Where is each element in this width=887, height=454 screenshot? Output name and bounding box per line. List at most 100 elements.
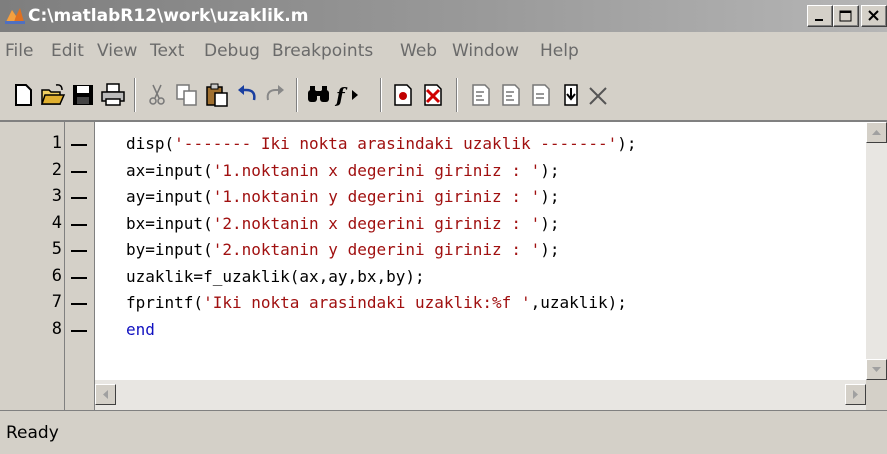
open-folder-icon[interactable] <box>40 82 66 108</box>
string-literal: '1.noktanin x degerini giriniz : ' <box>212 160 541 180</box>
minimize-button[interactable] <box>807 5 833 27</box>
code-text: disp( <box>126 134 175 153</box>
menu-window[interactable]: Window <box>452 41 519 61</box>
string-literal: '2.noktanin y degerini giriniz : ' <box>212 240 541 259</box>
clear-breakpoints-icon[interactable] <box>420 82 446 108</box>
arrow-down-icon <box>872 367 881 372</box>
status-bar: Ready <box>0 410 887 454</box>
menu-text[interactable]: Text <box>150 41 184 61</box>
menu-debug[interactable]: Debug <box>204 41 260 61</box>
code-text: ,uzaklik); <box>530 293 627 312</box>
code-text: ); <box>540 187 560 206</box>
code-text: ); <box>540 240 560 259</box>
print-icon[interactable] <box>100 82 126 108</box>
save-icon[interactable] <box>70 82 96 108</box>
menu-view[interactable]: View <box>97 41 137 61</box>
code-line[interactable]: disp('------- Iki nokta arasindaki uzakl… <box>126 134 637 153</box>
line-number: 7 <box>51 292 62 312</box>
copy-icon[interactable] <box>174 82 200 108</box>
code-editor[interactable]: 1 disp('------- Iki nokta arasindaki uzak… <box>0 120 887 410</box>
string-literal: '------- Iki nokta arasindaki uzaklik --… <box>174 134 618 153</box>
menu-breakpoints[interactable]: Breakpoints <box>272 41 373 61</box>
code-line[interactable]: end <box>126 320 155 339</box>
step-in-icon[interactable] <box>498 82 524 108</box>
menu-help[interactable]: Help <box>540 41 579 61</box>
maximize-icon <box>839 10 852 22</box>
code-line[interactable]: fprintf('Iki nokta arasindaki uzaklik:%f… <box>126 293 627 312</box>
string-literal: '1.noktanin y degerini giriniz : ' <box>212 187 541 206</box>
paste-icon[interactable] <box>204 82 230 108</box>
code-line[interactable]: ax=input('1.noktanin x degerini giriniz … <box>126 161 559 180</box>
arrow-right-icon <box>853 390 858 399</box>
line-number: 3 <box>51 186 62 206</box>
line-number: 4 <box>51 212 62 233</box>
matlab-icon <box>5 8 25 24</box>
redo-icon[interactable] <box>262 82 288 108</box>
line-number: 5 <box>51 239 62 259</box>
scroll-down-button[interactable] <box>866 359 887 380</box>
toolbar: f <box>0 72 887 118</box>
scroll-up-button[interactable] <box>866 122 887 143</box>
line-number: 1 <box>51 133 62 153</box>
toolbar-separator <box>380 78 382 112</box>
code-text: ); <box>540 213 560 233</box>
maximize-button[interactable] <box>833 5 859 27</box>
find-icon[interactable] <box>306 82 332 108</box>
set-breakpoint-icon[interactable] <box>390 82 416 108</box>
keyword: end <box>126 319 155 339</box>
code-text: ay=input( <box>126 187 213 206</box>
toolbar-separator <box>296 78 298 112</box>
svg-text:f: f <box>334 83 348 107</box>
string-literal: 'Iki nokta arasindaki uzaklik:%f ' <box>203 293 531 312</box>
cut-icon[interactable] <box>144 82 170 108</box>
scrollbar-corner <box>866 380 887 410</box>
scroll-right-button[interactable] <box>845 384 866 405</box>
step-icon[interactable] <box>468 82 494 108</box>
undo-icon[interactable] <box>234 82 260 108</box>
breakpoint-marker[interactable] <box>71 144 87 146</box>
code-text: by=input( <box>126 240 213 259</box>
window-title: C:\matlabR12\work\uzaklik.m <box>28 6 309 26</box>
breakpoint-marker[interactable] <box>71 223 87 226</box>
title-bar[interactable]: C:\matlabR12\work\uzaklik.m <box>0 0 887 32</box>
breakpoint-marker[interactable] <box>71 170 87 173</box>
function-icon[interactable]: f <box>334 82 370 108</box>
menu-bar: File Edit View Text Debug Breakpoints We… <box>0 32 887 70</box>
breakpoint-marker[interactable] <box>71 250 87 252</box>
horizontal-scrollbar[interactable] <box>95 380 866 410</box>
gutter-divider <box>64 122 65 410</box>
arrow-up-icon <box>872 130 881 135</box>
arrow-left-icon <box>103 390 108 399</box>
code-text: bx=input( <box>126 213 213 233</box>
code-line[interactable]: ay=input('1.noktanin y degerini giriniz … <box>126 187 559 206</box>
line-number: 2 <box>51 159 62 180</box>
code-text: ); <box>617 134 637 153</box>
scroll-left-button[interactable] <box>95 384 116 405</box>
string-literal: '2.noktanin x degerini giriniz : ' <box>212 213 541 233</box>
new-file-icon[interactable] <box>10 82 36 108</box>
vertical-scrollbar[interactable] <box>866 122 887 410</box>
breakpoint-marker[interactable] <box>71 303 87 305</box>
code-text: uzaklik=f_uzaklik(ax,ay,bx,by); <box>126 266 425 286</box>
step-out-icon[interactable] <box>528 82 554 108</box>
menu-edit[interactable]: Edit <box>51 41 84 61</box>
code-line[interactable]: bx=input('2.noktanin x degerini giriniz … <box>126 214 559 233</box>
menu-web[interactable]: Web <box>400 41 437 61</box>
line-number: 6 <box>51 265 62 286</box>
breakpoint-marker[interactable] <box>71 276 87 279</box>
code-text: fprintf( <box>126 293 204 312</box>
code-line[interactable]: by=input('2.noktanin y degerini giriniz … <box>126 240 559 259</box>
close-button[interactable] <box>861 5 887 27</box>
breakpoint-marker[interactable] <box>71 197 87 199</box>
code-line[interactable]: uzaklik=f_uzaklik(ax,ay,bx,by); <box>126 267 425 286</box>
code-text: ); <box>540 160 560 180</box>
breakpoint-marker[interactable] <box>71 329 87 332</box>
gutter-divider <box>94 122 95 410</box>
minimize-icon <box>815 19 823 21</box>
toolbar-separator <box>456 78 458 112</box>
exit-debug-icon[interactable] <box>586 82 612 108</box>
continue-icon[interactable] <box>558 82 584 108</box>
line-number: 8 <box>51 318 62 339</box>
toolbar-separator <box>134 78 136 112</box>
menu-file[interactable]: File <box>5 41 33 61</box>
